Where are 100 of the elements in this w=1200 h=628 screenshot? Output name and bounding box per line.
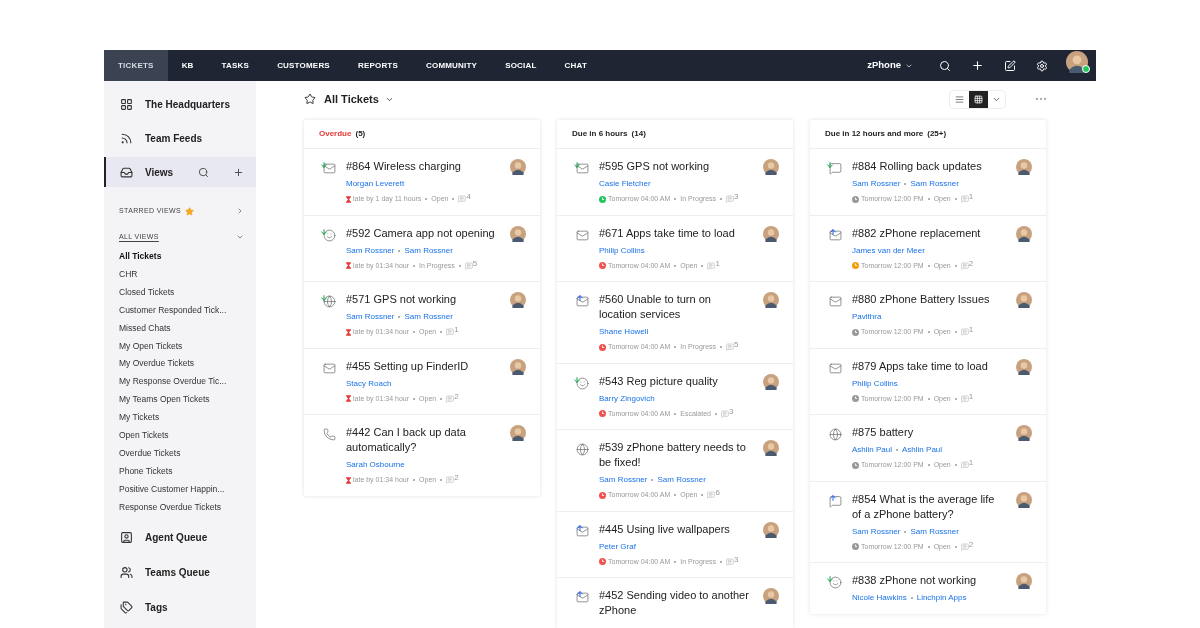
ticket-title[interactable]: #539 zPhone battery needs to be fixed!	[599, 440, 749, 470]
sidebar-item[interactable]: Teams Queue	[104, 557, 256, 588]
ticket-card[interactable]: #838 zPhone not working Nicole Hawkins Linchpin Apps	[810, 562, 1046, 614]
add-icon[interactable]	[971, 59, 984, 72]
ticket-title[interactable]: #442 Can I back up data automatically?	[346, 425, 496, 455]
contact-link[interactable]: James van der Meer	[852, 244, 925, 257]
star-icon	[185, 206, 194, 216]
view-item[interactable]: Closed Tickets	[119, 283, 256, 302]
contact-link[interactable]: Philip Collins	[852, 377, 898, 390]
contact-link[interactable]: Sam Rossner	[657, 474, 706, 486]
contact-link[interactable]: Sam Rossner	[852, 525, 901, 538]
view-selector[interactable]: All Tickets	[324, 90, 394, 108]
nav-tab[interactable]: CUSTOMERS	[263, 50, 344, 81]
view-item[interactable]: Customer Responded Tick...	[119, 301, 256, 320]
ticket-title[interactable]: #452 Sending video to another zPhone	[599, 588, 749, 618]
view-item[interactable]: My Tickets	[119, 409, 256, 428]
search-icon[interactable]	[939, 59, 951, 72]
department-dropdown[interactable]: zPhone	[867, 58, 913, 73]
view-item[interactable]: Overdue Tickets	[119, 444, 256, 463]
ticket-title[interactable]: #560 Unable to turn on location services	[599, 292, 749, 322]
contact-link[interactable]: Pavithra	[852, 311, 882, 323]
nav-tab[interactable]: CHAT	[550, 50, 601, 81]
view-item[interactable]: Positive Customer Happin...	[119, 480, 256, 499]
view-item[interactable]: My Open Tickets	[119, 337, 256, 356]
ticket-title[interactable]: #592 Camera app not opening	[346, 225, 496, 241]
ticket-title[interactable]: #854 What is the average life of a zPhone battery?	[852, 491, 1002, 522]
sidebar-item[interactable]: Agent Queue	[104, 522, 256, 553]
contact-link[interactable]: Sam Rossner	[599, 474, 648, 486]
thread-icon	[707, 491, 716, 500]
contact-link[interactable]: Sam Rossner	[404, 244, 453, 257]
ticket-title[interactable]: #882 zPhone replacement	[852, 225, 1002, 241]
ticket-title[interactable]: #571 GPS not working	[346, 292, 496, 307]
ticket-title[interactable]: #864 Wireless charging	[346, 159, 496, 174]
contact-link[interactable]: Barry Zingovich	[599, 392, 655, 405]
thread-count: 1	[968, 193, 974, 202]
contact-link[interactable]: Ashlin Paul	[902, 444, 943, 456]
sidebar-item[interactable]: The Headquarters	[104, 89, 256, 119]
ticket-title[interactable]: #838 zPhone not working	[852, 573, 1002, 588]
thread-count: 1	[715, 259, 720, 268]
star-icon[interactable]	[304, 93, 316, 105]
view-item[interactable]: Open Tickets	[119, 427, 256, 445]
thread-count: 1	[968, 326, 974, 335]
contact-link[interactable]: Sam Rossner	[852, 178, 901, 190]
view-item[interactable]: My Overdue Tickets	[119, 355, 256, 374]
view-item[interactable]: My Teams Open Tickets	[119, 391, 256, 410]
view-item[interactable]: CHR	[119, 265, 256, 284]
agent-icon	[120, 531, 133, 545]
sidebar-item[interactable]: Team Feeds	[104, 123, 256, 153]
caret-icon[interactable]	[236, 207, 244, 215]
ticket-title[interactable]: #880 zPhone Battery Issues	[852, 292, 1002, 307]
sidebar-item[interactable]: Views	[104, 157, 256, 187]
contact-link[interactable]: Morgan Leverett	[346, 178, 405, 190]
contact-link[interactable]: Sam Rossner	[404, 311, 453, 323]
contact-link[interactable]: Casie Fletcher	[599, 178, 651, 190]
caret-icon[interactable]	[236, 233, 244, 241]
contact-link[interactable]: Ashlin Paul	[852, 444, 893, 456]
grid-view-button[interactable]	[969, 90, 988, 108]
ticket-title[interactable]: #445 Using live wallpapers	[599, 521, 749, 537]
nav-tab[interactable]: SOCIAL	[491, 50, 551, 81]
search-icon[interactable]	[198, 166, 209, 178]
contact-link[interactable]: Philip Collins	[599, 244, 645, 257]
contact-link[interactable]: Peter Graf	[599, 540, 636, 553]
ticket-title[interactable]: #595 GPS not working	[599, 159, 749, 174]
view-item[interactable]: Phone Tickets	[119, 462, 256, 481]
view-item[interactable]: My Response Overdue Tic...	[119, 373, 256, 392]
view-item[interactable]: Response Overdue Tickets	[119, 498, 256, 517]
contact-link[interactable]: Sam Rossner	[346, 244, 395, 257]
ticket-title[interactable]: #875 battery	[852, 425, 1002, 440]
teams-icon	[120, 566, 133, 580]
contact-link[interactable]: Linchpin Apps	[916, 592, 967, 604]
contact-link[interactable]: Sam Rossner	[346, 311, 395, 323]
contact-link[interactable]: Stacy Roach	[346, 377, 392, 390]
nav-tab[interactable]: KB	[167, 50, 208, 81]
view-item[interactable]: All Tickets	[119, 248, 256, 266]
ticket-title[interactable]: #671 Apps take time to load	[599, 225, 749, 241]
nav-tab[interactable]: COMMUNITY	[412, 50, 492, 81]
ticket-card[interactable]: #452 Sending video to another zPhone	[557, 577, 793, 628]
ticket-title[interactable]: #455 Setting up FinderID	[346, 358, 496, 374]
contact-link[interactable]: Sam Rossner	[910, 525, 959, 538]
nav-tab[interactable]: TICKETS	[104, 50, 168, 81]
thread-icon	[960, 195, 969, 204]
thread-icon	[721, 409, 729, 418]
nav-tab[interactable]: TASKS	[207, 50, 264, 81]
sidebar-item[interactable]: Tags	[104, 592, 256, 623]
thread-count: 5	[734, 341, 739, 350]
compose-icon[interactable]	[1004, 59, 1016, 72]
contact-link[interactable]: Sam Rossner	[910, 178, 959, 190]
grid-icon	[974, 94, 983, 104]
contact-link[interactable]: Sarah Osbourne	[346, 459, 405, 471]
view-item[interactable]: Missed Chats	[119, 319, 256, 338]
contact-link[interactable]: Shane Howell	[599, 326, 649, 338]
settings-icon[interactable]	[1036, 59, 1048, 72]
thread-icon	[960, 328, 969, 337]
ticket-title[interactable]: #879 Apps take time to load	[852, 358, 1002, 374]
thread-icon	[960, 394, 969, 403]
add-icon[interactable]	[233, 166, 244, 178]
contact-link[interactable]: Nicole Hawkins	[852, 592, 907, 604]
nav-tab[interactable]: REPORTS	[343, 50, 412, 81]
ticket-title[interactable]: #884 Rolling back updates	[852, 159, 1002, 174]
ticket-title[interactable]: #543 Reg picture quality	[599, 373, 749, 389]
